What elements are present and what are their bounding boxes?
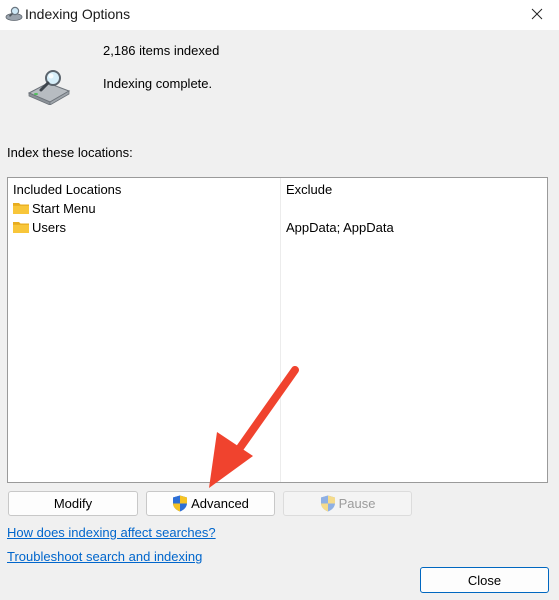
advanced-button[interactable]: Advanced [146, 491, 275, 516]
modify-button-label: Modify [53, 496, 93, 511]
indexing-options-icon [5, 6, 23, 21]
advanced-button-label: Advanced [191, 496, 249, 511]
window-close-button[interactable] [523, 1, 551, 27]
location-exclude: AppData; AppData [286, 220, 394, 235]
close-icon [531, 8, 543, 20]
location-name: Start Menu [32, 201, 96, 216]
folder-icon [13, 203, 29, 214]
folder-icon [13, 222, 29, 233]
uac-shield-icon [173, 495, 188, 512]
indexing-drive-icon [27, 70, 71, 105]
uac-shield-icon [320, 495, 335, 512]
close-button[interactable]: Close [420, 567, 549, 593]
close-button-label: Close [467, 572, 502, 588]
title-bar: Indexing Options [0, 0, 559, 30]
affect-searches-link[interactable]: How does indexing affect searches? [7, 525, 216, 540]
column-header-exclude[interactable]: Exclude [286, 182, 332, 197]
items-indexed-count: 2,186 items indexed [103, 43, 220, 58]
modify-button[interactable]: Modify [8, 491, 138, 516]
list-item[interactable]: Start Menu [8, 199, 547, 218]
troubleshoot-link[interactable]: Troubleshoot search and indexing [7, 549, 202, 564]
column-header-included[interactable]: Included Locations [13, 182, 121, 197]
window-title: Indexing Options [25, 6, 131, 22]
location-name: Users [32, 220, 66, 235]
indexing-status-text: Indexing complete. [103, 76, 213, 91]
locations-list[interactable]: Included Locations Exclude Start Menu Us… [7, 177, 548, 483]
list-item[interactable]: Users AppData; AppData [8, 218, 547, 237]
index-locations-label: Index these locations: [7, 145, 133, 160]
pause-button[interactable]: Pause [283, 491, 412, 516]
pause-button-label: Pause [338, 496, 376, 511]
